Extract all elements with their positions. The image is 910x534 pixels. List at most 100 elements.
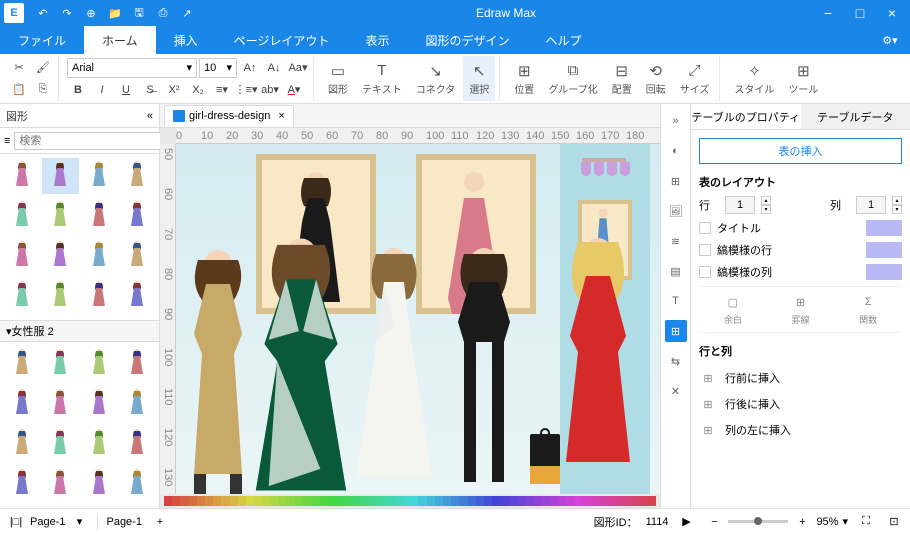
shape-item[interactable] bbox=[119, 346, 155, 382]
col-up[interactable]: ▴ bbox=[892, 196, 902, 205]
canvas[interactable] bbox=[176, 144, 660, 494]
row-down[interactable]: ▾ bbox=[761, 205, 771, 214]
color-swatch[interactable] bbox=[533, 496, 541, 506]
color-swatch[interactable] bbox=[509, 496, 517, 506]
color-swatch[interactable] bbox=[541, 496, 549, 506]
shape-item[interactable] bbox=[42, 158, 78, 194]
chk-striperow[interactable] bbox=[699, 244, 711, 256]
color-swatch[interactable] bbox=[640, 496, 648, 506]
color-swatch[interactable] bbox=[591, 496, 599, 506]
export-button[interactable]: ↗ bbox=[176, 2, 198, 24]
color-swatch[interactable] bbox=[623, 496, 631, 506]
strip-theme-icon[interactable]: ◐ bbox=[665, 140, 687, 162]
shape-pane-collapse[interactable]: « bbox=[147, 110, 153, 122]
shape-item[interactable] bbox=[4, 238, 40, 274]
color-swatch[interactable] bbox=[189, 496, 197, 506]
color-swatch[interactable] bbox=[328, 496, 336, 506]
color-swatch[interactable] bbox=[320, 496, 328, 506]
row-up[interactable]: ▴ bbox=[761, 196, 771, 205]
page-dropdown[interactable]: ▾ bbox=[69, 513, 89, 531]
color-swatch[interactable] bbox=[353, 496, 361, 506]
strip-grid-icon[interactable]: ⊞ bbox=[665, 170, 687, 192]
function-button[interactable]: Σ関数 bbox=[857, 293, 879, 326]
tools-button[interactable]: ⊞ツール bbox=[782, 56, 824, 101]
tab-pagelayout[interactable]: ページレイアウト bbox=[216, 26, 348, 54]
strip-collapse[interactable]: » bbox=[665, 110, 687, 132]
color-swatch[interactable] bbox=[205, 496, 213, 506]
zoom-out-button[interactable]: − bbox=[704, 513, 724, 531]
strip-align-icon[interactable]: ▤ bbox=[665, 260, 687, 282]
color-swatch[interactable] bbox=[213, 496, 221, 506]
shape-item[interactable] bbox=[42, 278, 78, 314]
shape-list-icon[interactable]: ≡ bbox=[4, 132, 10, 150]
color-swatch[interactable] bbox=[525, 496, 533, 506]
color-swatch[interactable] bbox=[607, 496, 615, 506]
strip-share-icon[interactable]: ⇆ bbox=[665, 350, 687, 372]
bold-button[interactable]: B bbox=[67, 80, 89, 100]
shape-item[interactable] bbox=[81, 346, 117, 382]
style-button[interactable]: ✧スタイル bbox=[728, 56, 780, 101]
color-swatch[interactable] bbox=[632, 496, 640, 506]
redo-button[interactable]: ↷ bbox=[56, 2, 78, 24]
color-swatch[interactable] bbox=[402, 496, 410, 506]
color-swatch[interactable] bbox=[221, 496, 229, 506]
color-swatch[interactable] bbox=[180, 496, 188, 506]
settings-button[interactable]: ⚙▾ bbox=[870, 34, 910, 47]
shape-item[interactable] bbox=[119, 426, 155, 462]
shape-item[interactable] bbox=[42, 386, 78, 422]
color-swatch[interactable] bbox=[517, 496, 525, 506]
shape-item[interactable] bbox=[81, 198, 117, 234]
color-swatch[interactable] bbox=[484, 496, 492, 506]
minimize-button[interactable]: − bbox=[814, 2, 842, 24]
shape-item[interactable] bbox=[81, 278, 117, 314]
connector-tool[interactable]: ↘コネクタ bbox=[410, 56, 462, 101]
color-palette[interactable] bbox=[160, 494, 660, 508]
play-button[interactable]: ▶ bbox=[676, 513, 696, 531]
fullscreen-button[interactable]: ⊡ bbox=[884, 513, 904, 531]
font-case-button[interactable]: Aa▾ bbox=[287, 58, 309, 78]
color-swatch[interactable] bbox=[451, 496, 459, 506]
strip-image-icon[interactable]: 🖼 bbox=[665, 200, 687, 222]
color-swatch[interactable] bbox=[410, 496, 418, 506]
color-swatch[interactable] bbox=[254, 496, 262, 506]
color-swatch[interactable] bbox=[648, 496, 656, 506]
color-swatch[interactable] bbox=[271, 496, 279, 506]
shape-tool[interactable]: ▭図形 bbox=[322, 56, 354, 101]
shape-item[interactable] bbox=[4, 158, 40, 194]
color-swatch[interactable] bbox=[435, 496, 443, 506]
chk-title[interactable] bbox=[699, 222, 711, 234]
linespacing-button[interactable]: ≡▾ bbox=[211, 80, 233, 100]
zoom-in-button[interactable]: + bbox=[792, 513, 812, 531]
highlight-button[interactable]: ab▾ bbox=[259, 80, 281, 100]
color-swatch[interactable] bbox=[582, 496, 590, 506]
tab-insert[interactable]: 挿入 bbox=[156, 26, 216, 54]
insert-table-button[interactable]: 表の挿入 bbox=[699, 138, 902, 164]
border-button[interactable]: ⊞罫線 bbox=[789, 293, 811, 326]
undo-button[interactable]: ↶ bbox=[32, 2, 54, 24]
color-swatch[interactable] bbox=[418, 496, 426, 506]
strip-text-icon[interactable]: T bbox=[665, 290, 687, 312]
size-button[interactable]: ⤢サイズ bbox=[674, 56, 716, 101]
font-grow-button[interactable]: A↑ bbox=[239, 58, 261, 78]
underline-button[interactable]: U bbox=[115, 80, 137, 100]
add-page-button[interactable]: + bbox=[150, 513, 170, 531]
color-swatch[interactable] bbox=[172, 496, 180, 506]
color-swatch[interactable] bbox=[287, 496, 295, 506]
color-swatch[interactable] bbox=[238, 496, 246, 506]
shape-item[interactable] bbox=[4, 386, 40, 422]
formatpainter-button[interactable]: 🖌 bbox=[32, 58, 54, 78]
shape-item[interactable] bbox=[4, 426, 40, 462]
close-tab-icon[interactable]: × bbox=[278, 110, 284, 122]
tab-file[interactable]: ファイル bbox=[0, 26, 84, 54]
swatch-striperow[interactable] bbox=[866, 242, 902, 258]
color-swatch[interactable] bbox=[361, 496, 369, 506]
new-button[interactable]: ⊕ bbox=[80, 2, 102, 24]
bullets-button[interactable]: ⋮≡▾ bbox=[235, 80, 257, 100]
shape-item[interactable] bbox=[42, 238, 78, 274]
swatch-title[interactable] bbox=[866, 220, 902, 236]
shape-item[interactable] bbox=[81, 426, 117, 462]
shape-item[interactable] bbox=[42, 346, 78, 382]
fontcolor-button[interactable]: A▾ bbox=[283, 80, 305, 100]
color-swatch[interactable] bbox=[336, 496, 344, 506]
shape-item[interactable] bbox=[81, 466, 117, 502]
